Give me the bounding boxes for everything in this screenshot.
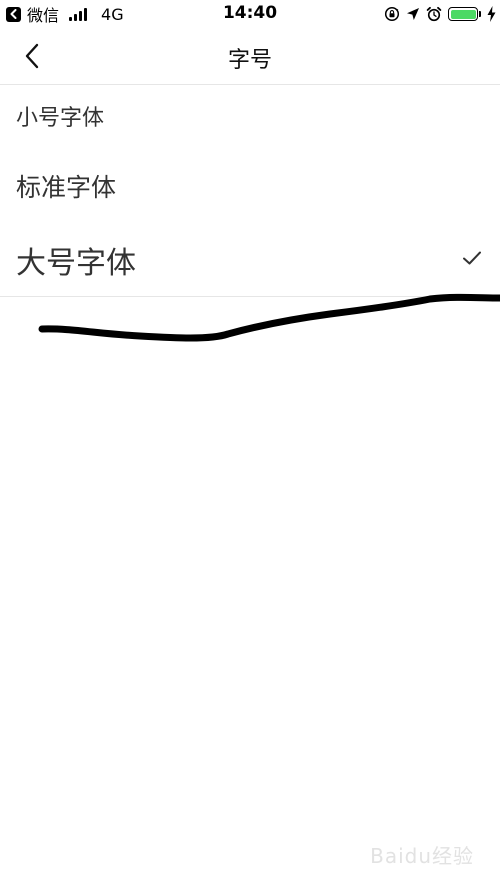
- font-option-label: 标准字体: [16, 173, 117, 202]
- status-bar: 微信 4G 14:40: [0, 0, 500, 28]
- battery-icon: [448, 7, 478, 21]
- battery-group: [448, 7, 481, 21]
- list-divider: [0, 296, 500, 297]
- font-option-large[interactable]: 大号字体: [0, 238, 500, 288]
- watermark: Baidu经验: [370, 844, 474, 868]
- page-title: 字号: [227, 48, 272, 73]
- battery-cap: [479, 11, 481, 17]
- battery-level: [450, 9, 476, 19]
- rotation-lock-icon: [384, 6, 400, 22]
- checkmark-icon: [463, 251, 481, 265]
- font-option-label: 小号字体: [16, 106, 105, 131]
- alarm-icon: [426, 6, 442, 22]
- status-bar-right: [384, 5, 496, 23]
- font-option-label: 大号字体: [16, 246, 136, 281]
- font-option-standard[interactable]: 标准字体: [0, 168, 500, 216]
- font-option-small[interactable]: 小号字体: [0, 100, 500, 144]
- location-icon: [407, 8, 419, 20]
- charging-icon: [487, 6, 496, 22]
- navigation-bar: 字号: [0, 28, 500, 85]
- font-size-settings-screen: 微信 4G 14:40 字号 小号字体 标准字体 大号字体 Baidu经验: [0, 0, 500, 889]
